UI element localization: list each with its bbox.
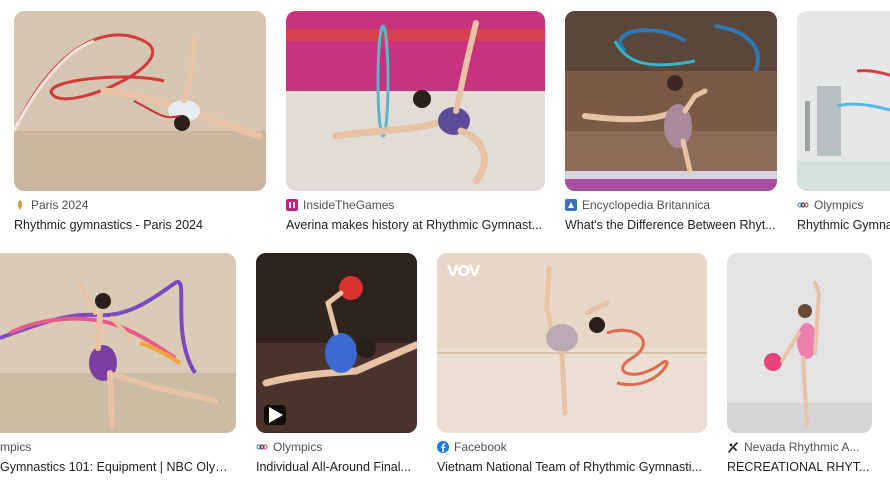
- image-result-card[interactable]: mpics Gymnastics 101: Equipment | NBC Ol…: [0, 253, 236, 478]
- result-title[interactable]: Rhythmic Gymna: [797, 218, 890, 232]
- source-name: Olympics: [814, 198, 864, 212]
- image-result-card[interactable]: Olympics Rhythmic Gymna: [797, 11, 890, 236]
- result-source[interactable]: Paris 2024: [14, 198, 88, 212]
- result-thumbnail[interactable]: [14, 11, 266, 191]
- result-title[interactable]: Rhythmic gymnastics - Paris 2024: [14, 218, 266, 232]
- result-title[interactable]: Vietnam National Team of Rhythmic Gymnas…: [437, 460, 707, 474]
- olympics-rings-icon: [256, 441, 268, 453]
- image-result-card[interactable]: Nevada Rhythmic A... RECREATIONAL RHYT..…: [727, 253, 872, 478]
- source-name: Olympics: [273, 440, 323, 454]
- image-result-card[interactable]: VOV Facebook Vietnam National Team of Rh…: [437, 253, 707, 478]
- gymnast-icon: [727, 441, 739, 453]
- result-source[interactable]: InsideTheGames: [286, 198, 394, 212]
- source-name: Paris 2024: [31, 198, 89, 212]
- result-title[interactable]: Averina makes history at Rhythmic Gymnas…: [286, 218, 545, 232]
- result-title[interactable]: Gymnastics 101: Equipment | NBC Olymp...: [0, 460, 236, 474]
- result-source[interactable]: Encyclopedia Britannica: [565, 198, 710, 212]
- result-source[interactable]: Nevada Rhythmic A...: [727, 440, 859, 454]
- result-thumbnail[interactable]: [0, 253, 236, 433]
- result-thumbnail[interactable]: [286, 11, 545, 191]
- result-title[interactable]: RECREATIONAL RHYT...: [727, 460, 872, 474]
- result-title[interactable]: Individual All-Around Final...: [256, 460, 417, 474]
- result-source[interactable]: Olympics: [256, 440, 322, 454]
- source-name: mpics: [0, 440, 32, 454]
- video-play-button[interactable]: [264, 405, 286, 425]
- watermark-logo: VOV: [447, 262, 480, 280]
- result-thumbnail[interactable]: [727, 253, 872, 433]
- source-name: InsideTheGames: [303, 198, 395, 212]
- image-result-card[interactable]: Olympics Individual All-Around Final...: [256, 253, 417, 478]
- result-thumbnail[interactable]: [797, 11, 890, 191]
- result-thumbnail[interactable]: VOV: [437, 253, 707, 433]
- image-results-grid: Paris 2024 Rhythmic gymnastics - Paris 2…: [0, 0, 890, 483]
- facebook-icon: [437, 441, 449, 453]
- result-source[interactable]: Olympics: [797, 198, 863, 212]
- source-name: Encyclopedia Britannica: [582, 198, 711, 212]
- result-title[interactable]: What's the Difference Between Rhyt...: [565, 218, 777, 232]
- paris-2024-icon: [14, 199, 26, 211]
- result-source[interactable]: Facebook: [437, 440, 507, 454]
- result-source[interactable]: mpics: [0, 440, 31, 454]
- image-result-card[interactable]: InsideTheGames Averina makes history at …: [286, 11, 545, 236]
- play-icon: [269, 407, 283, 423]
- source-name: Facebook: [454, 440, 507, 454]
- source-name: Nevada Rhythmic A...: [744, 440, 860, 454]
- insidethegames-icon: [286, 199, 298, 211]
- image-result-card[interactable]: Encyclopedia Britannica What's the Diffe…: [565, 11, 777, 236]
- olympics-rings-icon: [797, 199, 809, 211]
- britannica-icon: [565, 199, 577, 211]
- image-result-card[interactable]: Paris 2024 Rhythmic gymnastics - Paris 2…: [14, 11, 266, 236]
- result-thumbnail[interactable]: [565, 11, 777, 191]
- result-thumbnail[interactable]: [256, 253, 417, 433]
